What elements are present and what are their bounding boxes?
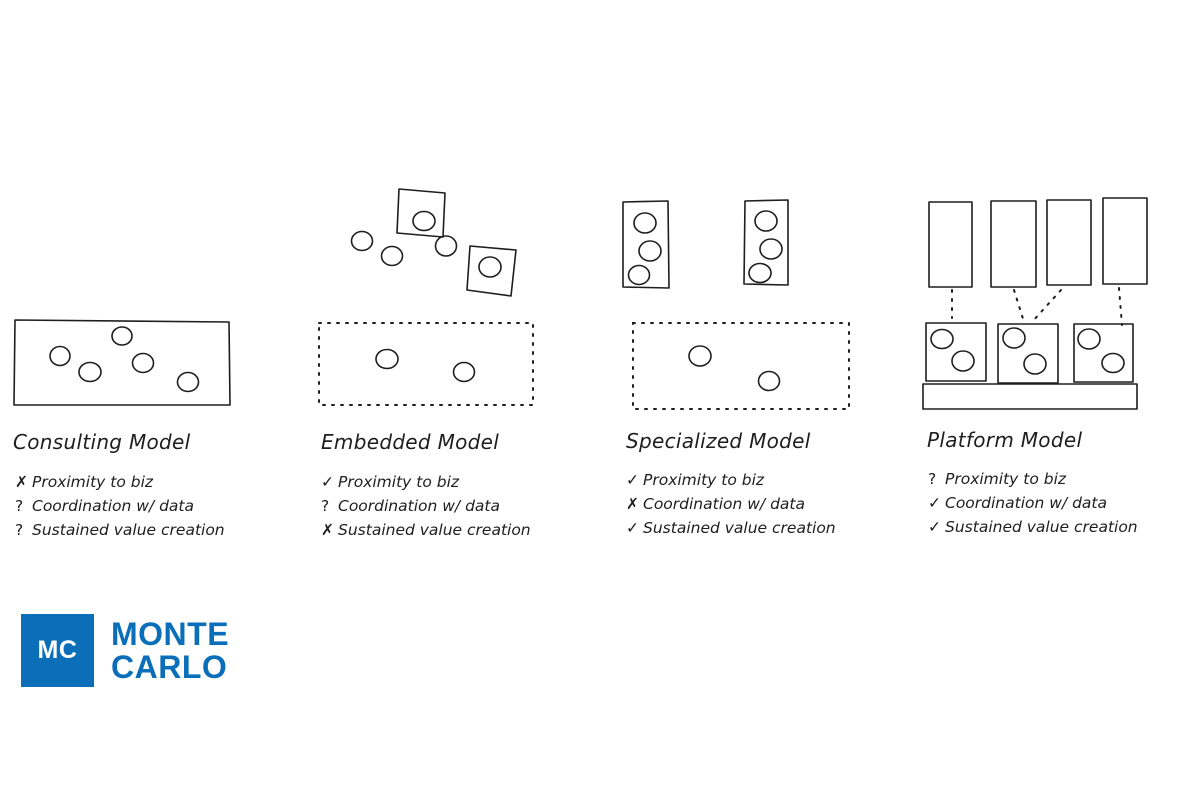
criterion-label: Coordination w/ data [945,494,1107,512]
specialized-pod-a [622,200,670,289]
person-icon [759,238,783,260]
status-unknown-icon: ? [15,521,24,539]
criterion-label: Sustained value creation [643,519,836,537]
status-unknown-icon: ? [15,497,24,515]
model-title: Platform Model [927,428,1083,452]
person-icon [452,361,476,383]
person-icon [434,235,458,257]
criterion-label: Sustained value creation [945,518,1138,536]
model-title: Consulting Model [13,430,191,454]
model-title: Embedded Model [321,430,500,454]
model-title: Specialized Model [626,429,811,453]
status-unknown-icon: ? [928,470,937,488]
platform-domain-box [1102,197,1148,285]
criterion-item: ✓ Proximity to biz [321,470,531,494]
embedded-box-b [466,245,517,297]
logo-monogram: MC [21,614,94,687]
platform-team-box [1073,323,1134,383]
status-yes-icon: ✓ [928,494,941,512]
status-unknown-icon: ? [321,497,330,515]
criteria-list: ✗ Proximity to biz ? Coordination w/ data … [15,470,225,542]
status-no-icon: ✗ [626,495,639,513]
person-icon [412,210,436,232]
logo-line-2: CARLO [111,648,228,685]
platform-team-box [997,323,1059,384]
platform-domain-box [1046,199,1092,286]
platform-illustration [922,197,1148,410]
criterion-item: ✗ Coordination w/ data [626,492,836,516]
criterion-item: ✗ Proximity to biz [15,470,225,494]
criterion-item: ✓ Sustained value creation [626,516,836,540]
person-icon [131,352,155,374]
criterion-label: Proximity to biz [643,471,765,489]
person-icon [380,245,404,267]
person-icon [1023,353,1047,375]
criterion-item: ? Proximity to biz [928,467,1138,491]
specialized-illustration [622,199,850,410]
person-icon [754,210,778,232]
criterion-label: Proximity to biz [945,470,1067,488]
logo-wordmark: MONTE CARLO [111,615,230,685]
criteria-list: ✓ Proximity to biz ✗ Coordination w/ data … [626,468,836,540]
specialized-pod-b [743,199,789,286]
person-icon [176,371,200,393]
criterion-item: ? Coordination w/ data [15,494,225,518]
person-icon [111,326,133,346]
platform-domain-box [990,200,1037,288]
platform-domain-box [928,201,973,288]
criterion-label: Sustained value creation [32,521,225,539]
person-icon [930,328,954,350]
person-icon [1077,328,1101,350]
status-yes-icon: ✓ [928,518,941,536]
criterion-item: ? Sustained value creation [15,518,225,542]
person-icon [757,370,781,392]
status-yes-icon: ✓ [321,473,334,491]
criterion-label: Proximity to biz [32,473,154,491]
specialized-dotted-group [632,322,850,410]
person-icon [478,256,502,278]
criterion-item: ✗ Sustained value creation [321,518,531,542]
monte-carlo-logo: MC MONTE CARLO [21,614,229,687]
criterion-item: ? Coordination w/ data [321,494,531,518]
person-icon [748,262,772,284]
person-icon [633,212,657,234]
status-yes-icon: ✓ [626,471,639,489]
person-icon [350,230,374,252]
status-yes-icon: ✓ [626,519,639,537]
status-no-icon: ✗ [321,521,334,539]
consulting-people [49,326,200,393]
person-icon [1002,327,1026,349]
platform-base [922,383,1138,410]
person-icon [688,345,712,367]
person-icon [627,264,651,286]
person-icon [951,350,975,372]
criterion-item: ✓ Sustained value creation [928,515,1138,539]
criterion-label: Coordination w/ data [643,495,805,513]
platform-connectors [951,287,1123,326]
person-icon [638,240,662,262]
criterion-item: ✓ Coordination w/ data [928,491,1138,515]
criterion-label: Coordination w/ data [338,497,500,515]
status-no-icon: ✗ [15,473,28,491]
criteria-list: ✓ Proximity to biz ? Coordination w/ data … [321,470,531,542]
criterion-label: Sustained value creation [338,521,531,539]
criteria-list: ? Proximity to biz ✓ Coordination w/ data … [928,467,1138,539]
logo-line-1: MONTE [111,615,230,652]
embedded-illustration [318,188,534,406]
criterion-label: Coordination w/ data [32,497,194,515]
criterion-label: Proximity to biz [338,473,460,491]
person-icon [78,361,102,383]
person-icon [49,345,71,367]
criterion-item: ✓ Proximity to biz [626,468,836,492]
person-icon [1101,352,1125,374]
person-icon [375,348,399,370]
embedded-dotted-group [318,322,534,406]
consulting-illustration [13,319,231,406]
consulting-team-box [13,319,231,406]
